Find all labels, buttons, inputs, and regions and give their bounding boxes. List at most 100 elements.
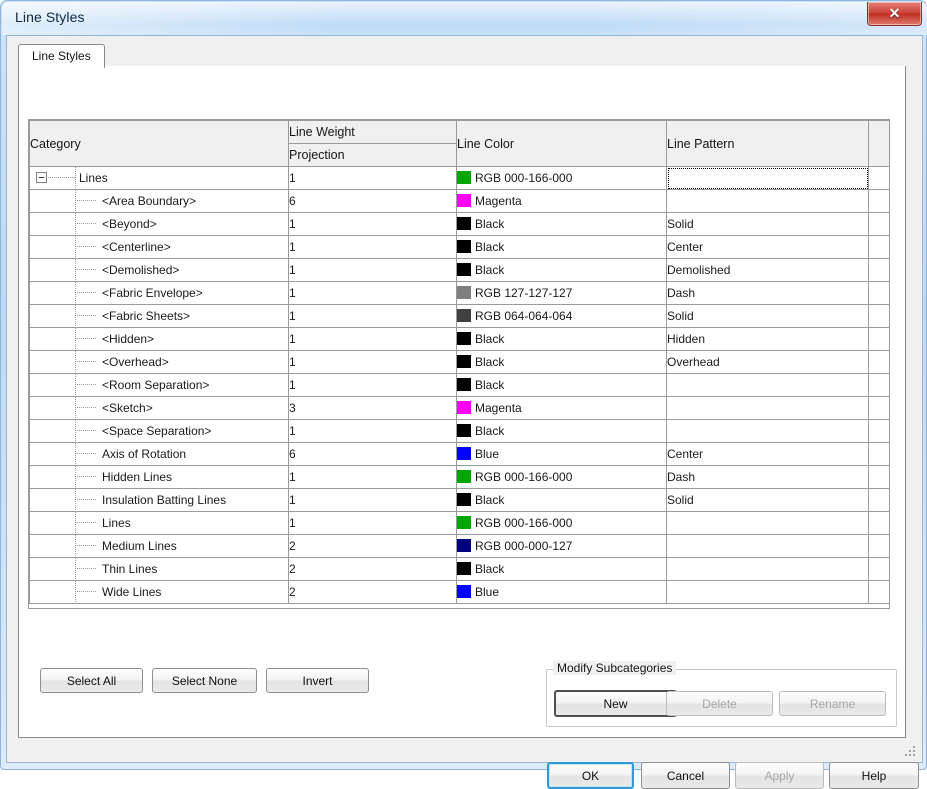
table-row[interactable]: Thin Lines 2 Black bbox=[29, 557, 889, 581]
cell-category[interactable]: <Demolished> bbox=[29, 258, 289, 282]
cell-line-pattern[interactable] bbox=[666, 166, 869, 190]
title-bar[interactable]: Line Styles bbox=[2, 2, 927, 35]
cell-line-color[interactable]: Black bbox=[456, 235, 667, 259]
line-styles-grid[interactable]: Category Line Weight Line Color Line Pat… bbox=[28, 119, 890, 609]
table-row[interactable]: <Centerline> 1 Black Center bbox=[29, 235, 889, 259]
table-row[interactable]: <Fabric Envelope> 1 RGB 127-127-127 Dash bbox=[29, 281, 889, 305]
table-row[interactable]: <Hidden> 1 Black Hidden bbox=[29, 327, 889, 351]
cell-line-weight[interactable]: 2 bbox=[288, 580, 457, 604]
cell-line-pattern[interactable]: Dash bbox=[666, 281, 869, 305]
cell-line-weight[interactable]: 1 bbox=[288, 511, 457, 535]
table-row[interactable]: Axis of Rotation 6 Blue Center bbox=[29, 442, 889, 466]
cell-line-pattern[interactable]: Solid bbox=[666, 304, 869, 328]
table-row[interactable]: <Room Separation> 1 Black bbox=[29, 373, 889, 397]
table-row[interactable]: Medium Lines 2 RGB 000-000-127 bbox=[29, 534, 889, 558]
cell-line-weight[interactable]: 1 bbox=[288, 212, 457, 236]
new-subcategory-button[interactable]: New bbox=[554, 690, 677, 717]
cell-line-pattern[interactable]: Hidden bbox=[666, 327, 869, 351]
cell-line-pattern[interactable] bbox=[666, 396, 869, 420]
table-row[interactable]: Hidden Lines 1 RGB 000-166-000 Dash bbox=[29, 465, 889, 489]
cell-line-color[interactable]: Magenta bbox=[456, 189, 667, 213]
ok-button[interactable]: OK bbox=[547, 762, 634, 789]
table-row[interactable]: <Area Boundary> 6 Magenta bbox=[29, 189, 889, 213]
cell-line-pattern[interactable] bbox=[666, 511, 869, 535]
cell-line-color[interactable]: RGB 000-166-000 bbox=[456, 511, 667, 535]
cell-line-color[interactable]: RGB 000-166-000 bbox=[456, 166, 667, 190]
cell-line-color[interactable]: Black bbox=[456, 350, 667, 374]
cell-line-color[interactable]: RGB 127-127-127 bbox=[456, 281, 667, 305]
cell-category[interactable]: <Room Separation> bbox=[29, 373, 289, 397]
cell-line-weight[interactable]: 1 bbox=[288, 304, 457, 328]
cell-category[interactable]: <Space Separation> bbox=[29, 419, 289, 443]
cell-line-color[interactable]: Black bbox=[456, 419, 667, 443]
cell-line-pattern[interactable] bbox=[666, 189, 869, 213]
cell-line-pattern[interactable]: Dash bbox=[666, 465, 869, 489]
table-row[interactable]: <Beyond> 1 Black Solid bbox=[29, 212, 889, 236]
column-subheader-projection[interactable]: Projection bbox=[288, 143, 457, 167]
column-header-line-pattern[interactable]: Line Pattern bbox=[666, 120, 869, 167]
table-row[interactable]: <Fabric Sheets> 1 RGB 064-064-064 Solid bbox=[29, 304, 889, 328]
column-header-category[interactable]: Category bbox=[29, 120, 289, 167]
table-row[interactable]: <Overhead> 1 Black Overhead bbox=[29, 350, 889, 374]
cell-line-pattern[interactable]: Overhead bbox=[666, 350, 869, 374]
cell-line-pattern[interactable]: Solid bbox=[666, 212, 869, 236]
cell-line-pattern[interactable] bbox=[666, 419, 869, 443]
table-row[interactable]: Lines 1 RGB 000-166-000 bbox=[29, 166, 889, 190]
cell-line-color[interactable]: Magenta bbox=[456, 396, 667, 420]
cell-line-pattern[interactable] bbox=[666, 373, 869, 397]
cell-line-pattern[interactable] bbox=[666, 534, 869, 558]
cell-line-color[interactable]: Black bbox=[456, 212, 667, 236]
cell-line-color[interactable]: RGB 000-000-127 bbox=[456, 534, 667, 558]
cell-category[interactable]: <Fabric Sheets> bbox=[29, 304, 289, 328]
column-header-line-color[interactable]: Line Color bbox=[456, 120, 667, 167]
cell-category[interactable]: <Beyond> bbox=[29, 212, 289, 236]
table-row[interactable]: <Demolished> 1 Black Demolished bbox=[29, 258, 889, 282]
cell-line-color[interactable]: Black bbox=[456, 488, 667, 512]
cell-line-weight[interactable]: 1 bbox=[288, 281, 457, 305]
cell-line-pattern[interactable]: Demolished bbox=[666, 258, 869, 282]
cell-category[interactable]: <Area Boundary> bbox=[29, 189, 289, 213]
cell-category[interactable]: Hidden Lines bbox=[29, 465, 289, 489]
cell-category[interactable]: <Overhead> bbox=[29, 350, 289, 374]
cell-category[interactable]: <Hidden> bbox=[29, 327, 289, 351]
cell-category[interactable]: <Fabric Envelope> bbox=[29, 281, 289, 305]
cell-line-color[interactable]: RGB 064-064-064 bbox=[456, 304, 667, 328]
cell-line-weight[interactable]: 1 bbox=[288, 419, 457, 443]
cell-line-weight[interactable]: 1 bbox=[288, 235, 457, 259]
cell-category[interactable]: <Centerline> bbox=[29, 235, 289, 259]
cell-line-weight[interactable]: 1 bbox=[288, 327, 457, 351]
table-row[interactable]: <Space Separation> 1 Black bbox=[29, 419, 889, 443]
cell-line-color[interactable]: Blue bbox=[456, 580, 667, 604]
cell-line-color[interactable]: Black bbox=[456, 557, 667, 581]
cell-line-color[interactable]: Black bbox=[456, 258, 667, 282]
select-none-button[interactable]: Select None bbox=[152, 668, 257, 693]
cell-line-weight[interactable]: 6 bbox=[288, 189, 457, 213]
cell-line-weight[interactable]: 1 bbox=[288, 465, 457, 489]
cell-line-weight[interactable]: 6 bbox=[288, 442, 457, 466]
cell-category[interactable]: Thin Lines bbox=[29, 557, 289, 581]
cell-line-pattern[interactable]: Center bbox=[666, 442, 869, 466]
cell-line-weight[interactable]: 1 bbox=[288, 373, 457, 397]
cell-line-pattern[interactable]: Center bbox=[666, 235, 869, 259]
resize-grip[interactable] bbox=[904, 745, 917, 758]
cell-line-weight[interactable]: 1 bbox=[288, 166, 457, 190]
table-row[interactable]: <Sketch> 3 Magenta bbox=[29, 396, 889, 420]
cell-category[interactable]: Lines bbox=[29, 511, 289, 535]
help-button[interactable]: Help bbox=[829, 762, 919, 789]
cell-line-weight[interactable]: 3 bbox=[288, 396, 457, 420]
cell-line-weight[interactable]: 2 bbox=[288, 557, 457, 581]
cell-line-color[interactable]: Black bbox=[456, 373, 667, 397]
cell-category[interactable]: <Sketch> bbox=[29, 396, 289, 420]
cell-line-weight[interactable]: 1 bbox=[288, 488, 457, 512]
cell-line-color[interactable]: Black bbox=[456, 327, 667, 351]
cell-category[interactable]: Lines bbox=[29, 166, 289, 190]
cancel-button[interactable]: Cancel bbox=[641, 762, 730, 789]
column-header-line-weight[interactable]: Line Weight bbox=[288, 120, 457, 144]
cell-line-weight[interactable]: 2 bbox=[288, 534, 457, 558]
cell-category[interactable]: Wide Lines bbox=[29, 580, 289, 604]
table-row[interactable]: Lines 1 RGB 000-166-000 bbox=[29, 511, 889, 535]
cell-category[interactable]: Medium Lines bbox=[29, 534, 289, 558]
cell-line-color[interactable]: RGB 000-166-000 bbox=[456, 465, 667, 489]
cell-line-weight[interactable]: 1 bbox=[288, 350, 457, 374]
cell-category[interactable]: Axis of Rotation bbox=[29, 442, 289, 466]
